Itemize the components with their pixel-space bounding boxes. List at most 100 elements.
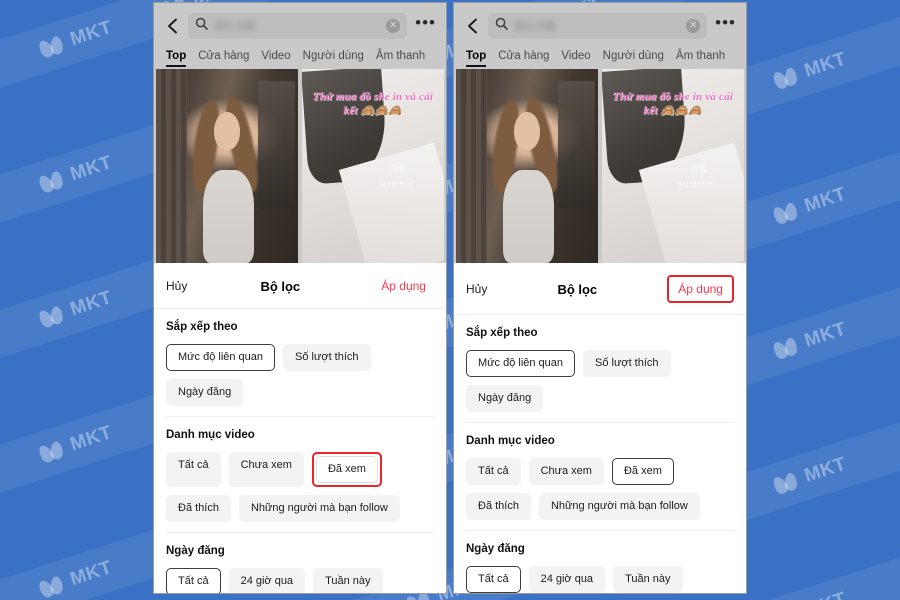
filter-chip-list: Tất cả24 giờ quaTuần nàyTháng này3 tháng… (466, 566, 734, 593)
cancel-button[interactable]: Hủy (466, 282, 487, 296)
filter-chip[interactable]: 24 giờ qua (528, 566, 606, 593)
cancel-button[interactable]: Hủy (166, 279, 187, 293)
tab-cửa-hàng[interactable]: Cửa hàng (198, 50, 249, 67)
video-results-grid: 여름 summer Thử mua đồ she in và cái kết 🙈🙈🙈 (154, 67, 446, 263)
filter-chip[interactable]: Ngày đăng (166, 379, 244, 406)
filter-chip[interactable]: Đã thích (166, 495, 231, 522)
video-results-grid: 여름 summer Thử mua đồ she in và cái kết 🙈🙈🙈 (454, 67, 746, 263)
chevron-left-icon[interactable] (164, 18, 180, 34)
search-header: ✕ ••• Top Cửa hàng Video Người dùng Âm thanh (154, 3, 446, 67)
filter-chip[interactable]: Mức độ liên quan (166, 344, 276, 371)
filter-chip[interactable]: Tuần này (613, 566, 683, 593)
tab-video[interactable]: Video (561, 50, 590, 67)
video-overlay-text: Thử mua đồ she in và cái kết 🙈🙈🙈 (612, 91, 734, 118)
thumb-detail (156, 69, 188, 263)
filter-sheet-header: Hủy Bộ lọc Áp dụng (454, 263, 746, 315)
filter-sheet: Hủy Bộ lọc Áp dụng Sắp xếp theo Mức độ liên … (154, 263, 446, 593)
tab-top[interactable]: Top (466, 50, 487, 67)
filter-group: Sắp xếp theo Mức độ liên quan Số lượt thíc… (166, 321, 434, 416)
thumb-detail (258, 80, 296, 209)
filter-group: Ngày đăngTất cả24 giờ quaTuần nàyTháng n… (466, 530, 734, 593)
filter-group: Danh mục video Tất cả Chưa xem Đã xem Đã thí… (466, 422, 734, 530)
phone-panel-right: ✕ ••• Top Cửa hàng Video Người dùng Âm thanh 여름… (453, 2, 747, 594)
apply-button[interactable]: Áp dụng (381, 279, 426, 293)
filter-group-title: Danh mục video (166, 429, 255, 441)
tab-người-dùng[interactable]: Người dùng (603, 50, 664, 67)
filter-sheet-title: Bộ lọc (260, 278, 301, 294)
filter-group-title: Ngày đăng (466, 543, 525, 555)
search-header: ✕ ••• Top Cửa hàng Video Người dùng Âm thanh (454, 3, 746, 67)
filter-group: Sắp xếp theo Mức độ liên quan Số lượt thíc… (466, 327, 734, 422)
filter-chip[interactable]: Những người mà bạn follow (538, 493, 700, 520)
filter-chip-list: Mức độ liên quan Số lượt thích Ngày đăng (466, 350, 734, 412)
filter-chip[interactable]: Chưa xem (228, 452, 304, 487)
apply-button[interactable]: Áp dụng (678, 282, 723, 296)
video-thumbnail[interactable] (456, 69, 598, 263)
search-row: ✕ ••• (164, 12, 436, 40)
search-icon (495, 17, 508, 35)
filter-chip[interactable]: Chưa xem (528, 458, 604, 485)
clear-circle-icon[interactable]: ✕ (686, 19, 701, 33)
apply-button-highlight-box: Áp dụng (667, 275, 734, 303)
chevron-left-icon[interactable] (464, 18, 480, 34)
filter-sheet-header: Hủy Bộ lọc Áp dụng (154, 263, 446, 309)
search-icon (195, 17, 208, 35)
filter-group-title: Ngày đăng (166, 545, 225, 557)
filter-chip[interactable]: Mức độ liên quan (466, 350, 576, 377)
filter-group-title: Sắp xếp theo (466, 327, 538, 339)
filter-chip-list: Tất cả24 giờ quaTuần nàyTháng này3 tháng… (166, 568, 434, 593)
tab-bar: Top Cửa hàng Video Người dùng Âm thanh (164, 40, 436, 67)
thumb-detail (514, 111, 540, 151)
filter-chip-list: Tất cả Chưa xem Đã xem Đã thích Những người … (466, 458, 734, 520)
filter-group: Ngày đăngTất cả24 giờ quaTuần nàyTháng n… (166, 532, 434, 593)
video-overlay-text: Thử mua đồ she in và cái kết 🙈🙈🙈 (312, 91, 434, 118)
thumb-detail (202, 169, 254, 263)
video-overlay-script-secondary: 여름 (390, 164, 407, 175)
filter-chip[interactable]: Những người mà bạn follow (238, 495, 400, 522)
apply-button-wrapper: Áp dụng (373, 275, 434, 297)
phone-panel-left: ✕ ••• Top Cửa hàng Video Người dùng Âm thanh 여름… (153, 2, 447, 594)
clear-circle-icon[interactable]: ✕ (386, 19, 401, 33)
filter-group: Danh mục video Tất cả Chưa xem Đã xem Đã thí… (166, 416, 434, 532)
tab-cửa-hàng[interactable]: Cửa hàng (498, 50, 549, 67)
filter-chip[interactable]: Tất cả (466, 458, 521, 485)
filter-sheet: Hủy Bộ lọc Áp dụng Sắp xếp theo Mức độ liên … (454, 263, 746, 593)
video-thumbnail[interactable]: 여름 summer Thử mua đồ she in và cái kết 🙈🙈🙈 (302, 69, 444, 263)
thumb-detail (558, 80, 596, 209)
video-overlay-script: summer (378, 177, 414, 190)
filter-chip[interactable]: Tuần này (313, 568, 383, 593)
tab-bar: Top Cửa hàng Video Người dùng Âm thanh (464, 40, 736, 67)
more-horizontal-icon[interactable]: ••• (415, 13, 436, 39)
video-thumbnail[interactable]: 여름 summer Thử mua đồ she in và cái kết 🙈🙈🙈 (602, 69, 744, 263)
filter-chip[interactable]: Đã xem (611, 458, 674, 485)
tab-âm-thanh[interactable]: Âm thanh (376, 50, 425, 67)
tab-video[interactable]: Video (261, 50, 290, 67)
filter-chip[interactable]: Đã xem (315, 456, 378, 483)
filter-chip[interactable]: Tất cả (466, 566, 521, 593)
filter-chip-list: Mức độ liên quan Số lượt thích Ngày đăng (166, 344, 434, 406)
filter-chip-highlight-box: Đã xem (311, 452, 382, 487)
filter-chip[interactable]: Tất cả (166, 452, 221, 487)
filter-group-title: Danh mục video (466, 435, 555, 447)
search-input[interactable]: ✕ (188, 13, 408, 39)
filter-chip[interactable]: Đã thích (466, 493, 531, 520)
filter-chip[interactable]: Ngày đăng (466, 385, 544, 412)
search-query-redacted (215, 21, 255, 31)
filter-chip[interactable]: 24 giờ qua (228, 568, 306, 593)
filter-chip[interactable]: Số lượt thích (583, 350, 671, 377)
filter-sheet-body: Sắp xếp theo Mức độ liên quan Số lượt thíc… (454, 315, 746, 593)
video-overlay-script: summer (678, 177, 714, 190)
panel-stage: ✕ ••• Top Cửa hàng Video Người dùng Âm thanh 여름… (0, 0, 900, 600)
thumb-detail (214, 111, 240, 151)
video-overlay-script-secondary: 여름 (690, 164, 707, 175)
search-input[interactable]: ✕ (488, 13, 708, 39)
more-horizontal-icon[interactable]: ••• (715, 13, 736, 39)
tab-người-dùng[interactable]: Người dùng (303, 50, 364, 67)
search-query-redacted (515, 21, 555, 31)
filter-chip[interactable]: Số lượt thích (283, 344, 371, 371)
filter-chip[interactable]: Tất cả (166, 568, 221, 593)
tab-âm-thanh[interactable]: Âm thanh (676, 50, 725, 67)
tab-top[interactable]: Top (166, 50, 187, 67)
video-thumbnail[interactable] (156, 69, 298, 263)
search-row: ✕ ••• (464, 12, 736, 40)
